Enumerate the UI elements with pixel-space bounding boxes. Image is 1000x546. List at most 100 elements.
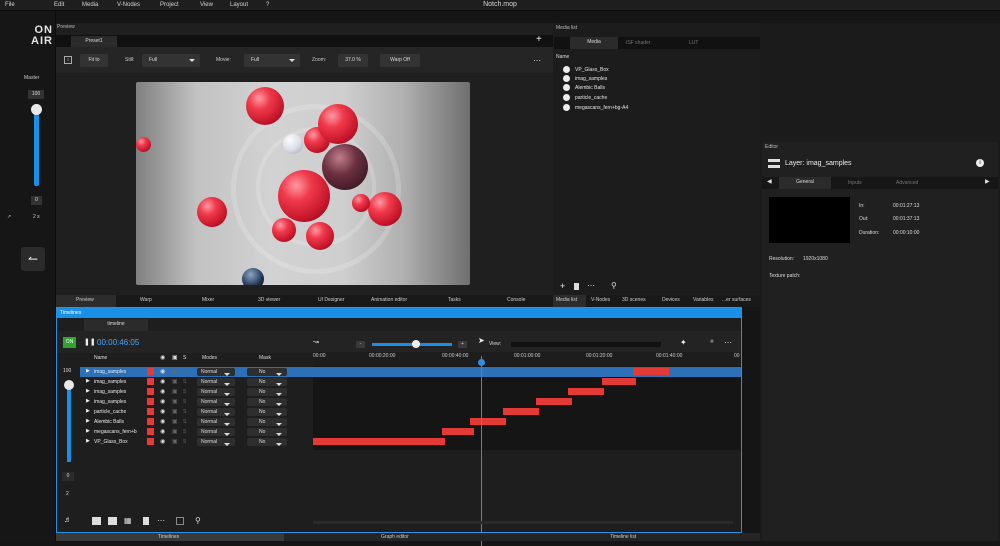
solo-toggle[interactable]: S	[183, 409, 186, 415]
blend-mode-select[interactable]: Normal	[197, 388, 235, 396]
fit-view-icon[interactable]: ✦	[680, 338, 687, 347]
layer-name[interactable]: Alembic Balls	[94, 419, 124, 425]
warp-toggle-button[interactable]: Warp Off	[380, 54, 420, 67]
zoom-slider-handle[interactable]	[412, 340, 420, 348]
layer-color-chip[interactable]	[147, 368, 154, 375]
expand-arrow-icon[interactable]: ▶	[86, 388, 90, 394]
tab-ui-designer[interactable]: UI Designer	[318, 297, 344, 303]
expand-arrow-icon[interactable]: ▶	[86, 418, 90, 424]
visibility-eye-icon[interactable]: ◉	[160, 378, 165, 385]
horizontal-scrollbar[interactable]	[313, 521, 733, 524]
master-value[interactable]: 100	[28, 90, 44, 99]
tab-timelines[interactable]: Timelines	[158, 534, 179, 540]
solo-toggle[interactable]: S	[183, 389, 186, 395]
layer-name[interactable]: imag_samples	[94, 379, 126, 385]
lock-icon[interactable]: ▣	[172, 378, 178, 385]
volume-icon[interactable]: ♬	[64, 515, 72, 524]
tab-vnodes[interactable]: V-Nodes	[591, 297, 610, 303]
timeline-opacity-track[interactable]	[67, 382, 71, 462]
layer-name[interactable]: imag_samples	[94, 369, 126, 375]
duration-value[interactable]: 00:00:10:00	[893, 230, 919, 236]
layer-color-chip[interactable]	[147, 378, 154, 385]
visibility-eye-icon[interactable]: ◉	[160, 418, 165, 425]
layer-color-chip[interactable]	[147, 388, 154, 395]
tab-media[interactable]: Media	[570, 37, 618, 49]
lock-icon[interactable]: ▣	[172, 398, 178, 405]
mask-select[interactable]: No	[247, 388, 287, 396]
tab-timeline-list[interactable]: Timeline list	[610, 534, 636, 540]
lock-icon[interactable]: ▣	[172, 368, 178, 375]
solo-toggle[interactable]: S	[183, 379, 186, 385]
curve-icon[interactable]: ↝	[313, 338, 319, 346]
fit-icon[interactable]: ○	[64, 56, 72, 64]
layer-color-chip[interactable]	[147, 428, 154, 435]
expand-arrow-icon[interactable]: ▶	[86, 408, 90, 414]
add-layer-icon[interactable]	[108, 517, 117, 525]
mask-select[interactable]: No	[247, 378, 287, 386]
layer-color-chip[interactable]	[147, 438, 154, 445]
clip[interactable]	[633, 368, 669, 375]
tab-console[interactable]: Console	[507, 297, 525, 303]
timecode-display[interactable]: 00:00:46:05	[97, 338, 139, 347]
add-tab-icon[interactable]: +	[536, 34, 542, 45]
tab-media-list[interactable]: Media list	[556, 297, 577, 303]
layer-name[interactable]: particle_cache	[94, 409, 126, 415]
tab-mixer[interactable]: Mixer	[202, 297, 214, 303]
tab-animation-editor[interactable]: Animation editor	[371, 297, 407, 303]
expand-arrow-icon[interactable]: ▶	[86, 378, 90, 384]
tab-tasks[interactable]: Tasks	[448, 297, 461, 303]
layer-color-chip[interactable]	[147, 398, 154, 405]
lock-icon[interactable]: ▣	[172, 388, 178, 395]
blend-mode-select[interactable]: Normal	[197, 408, 235, 416]
view-range-bar[interactable]	[511, 342, 661, 347]
lock-icon[interactable]: ▣	[172, 408, 178, 415]
solo-toggle[interactable]: S	[183, 399, 186, 405]
tab-variables[interactable]: Variables	[693, 297, 713, 303]
tab-preset1[interactable]: Preset1	[71, 36, 117, 47]
lock-icon[interactable]: ▣	[172, 418, 178, 425]
still-select[interactable]: Full	[142, 54, 200, 67]
list-item[interactable]: VP_Glass_Box	[563, 66, 609, 73]
clip[interactable]	[503, 408, 539, 415]
mask-select[interactable]: No	[247, 408, 287, 416]
tab-graph-editor[interactable]: Graph editor	[381, 534, 409, 540]
pause-icon[interactable]: ❚❚	[84, 338, 96, 346]
clip[interactable]	[568, 388, 604, 395]
toggle-icon[interactable]	[176, 517, 184, 525]
solo-toggle[interactable]: S	[183, 369, 186, 375]
on-toggle[interactable]: ON	[63, 337, 76, 348]
list-item[interactable]: imag_samples	[563, 75, 607, 82]
master-fader-track[interactable]	[34, 104, 39, 186]
expand-arrow-icon[interactable]: ▶	[86, 398, 90, 404]
tab-3d-scenes[interactable]: 3D scenes	[622, 297, 646, 303]
fit-to-button[interactable]: Fit to	[80, 54, 108, 67]
tab-3d-viewer[interactable]: 3D viewer	[258, 297, 280, 303]
in-value[interactable]: 00:01:27:13	[893, 203, 919, 209]
blend-mode-select[interactable]: Normal	[197, 438, 235, 446]
master-zero-value[interactable]: 0	[31, 196, 42, 205]
tab-devices[interactable]: Devices	[662, 297, 680, 303]
blend-mode-select[interactable]: Normal	[197, 398, 235, 406]
layer-name[interactable]: VP_Glass_Box	[94, 439, 128, 445]
visibility-eye-icon[interactable]: ◉	[160, 398, 165, 405]
tab-isf-shader[interactable]: ISF shader	[626, 40, 650, 46]
zoom-input[interactable]: 37.0 %	[338, 54, 368, 67]
grid-icon[interactable]: ▦	[124, 516, 132, 525]
toolbar-more-icon[interactable]: ⋯	[157, 516, 165, 525]
clip[interactable]	[313, 438, 445, 445]
trash-icon[interactable]	[143, 517, 149, 525]
layer-color-chip[interactable]	[147, 418, 154, 425]
list-item[interactable]: Alembic Balls	[563, 84, 605, 91]
layer-name[interactable]: imag_samples	[94, 399, 126, 405]
mask-select[interactable]: No	[247, 398, 287, 406]
preview-more-icon[interactable]: ⋯	[533, 56, 541, 65]
info-icon[interactable]: i	[976, 159, 984, 167]
lock-icon[interactable]: ▣	[172, 428, 178, 435]
mask-select[interactable]: No	[247, 428, 287, 436]
tab-surfaces[interactable]: ...er surfaces	[722, 297, 751, 303]
layer-name[interactable]: imag_samples	[94, 389, 126, 395]
list-item[interactable]: particle_cache	[563, 94, 607, 101]
solo-toggle[interactable]: S	[183, 429, 186, 435]
timeline-opacity-handle[interactable]	[64, 380, 74, 390]
layer-name[interactable]: megascans_fern+b	[94, 429, 137, 435]
